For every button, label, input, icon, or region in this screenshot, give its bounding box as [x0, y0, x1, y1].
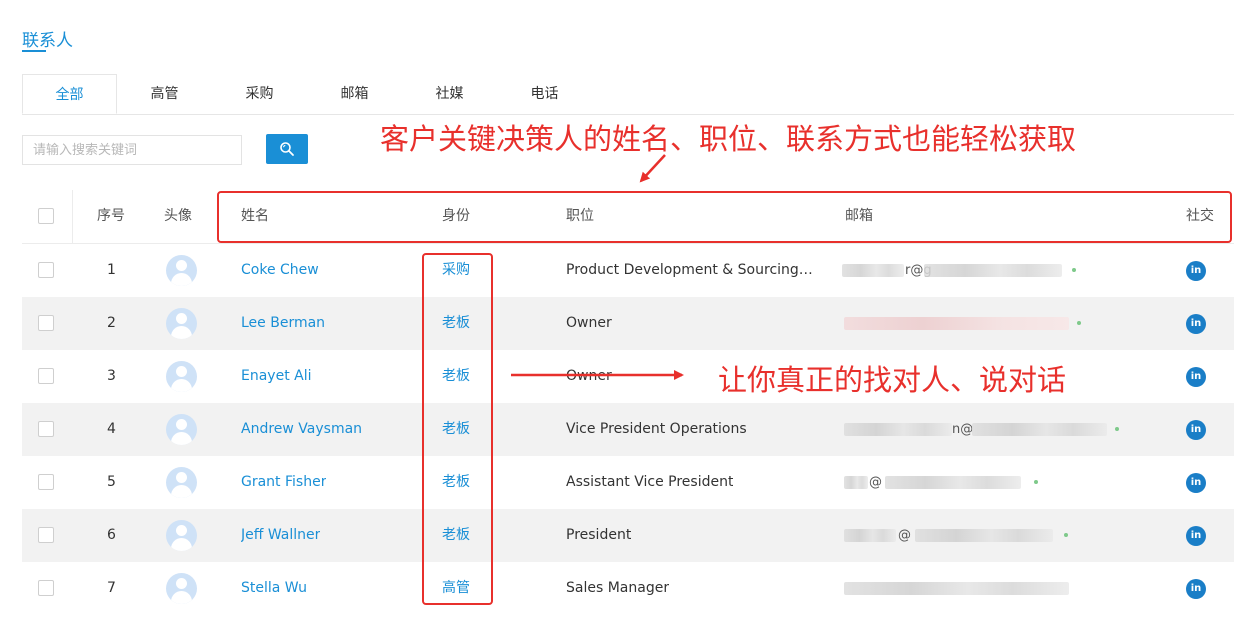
title-underline [22, 50, 46, 52]
table-row[interactable]: 6 Jeff Wallner 老板 President @ in [22, 509, 1234, 562]
position-text: Assistant Vice President [566, 474, 734, 490]
page-title: 联系人 [22, 31, 73, 51]
tab-bar: 全部 高管 采购 邮箱 社媒 电话 [22, 74, 1234, 115]
email-blurred [972, 423, 1107, 436]
email-blurred [844, 529, 896, 542]
header-position: 职位 [566, 208, 594, 224]
table-row[interactable]: 3 Enayet Ali 老板 Owner in [22, 350, 1234, 403]
status-dot [1034, 480, 1038, 484]
table-row[interactable]: 7 Stella Wu 高管 Sales Manager in [22, 562, 1234, 615]
avatar [166, 361, 197, 392]
row-checkbox[interactable] [38, 368, 54, 384]
role-tag[interactable]: 老板 [442, 297, 470, 350]
tab-all[interactable]: 全部 [22, 74, 117, 114]
contact-name-link[interactable]: Grant Fisher [241, 456, 326, 509]
search-icon [280, 142, 294, 156]
status-dot [1077, 321, 1081, 325]
contact-name-link[interactable]: Stella Wu [241, 562, 307, 615]
row-checkbox[interactable] [38, 262, 54, 278]
email-blurred [844, 476, 868, 489]
email-blurred [844, 582, 1069, 595]
contacts-table: 序号 头像 姓名 身份 职位 邮箱 社交 1 Coke Chew 采购 Prod… [22, 190, 1234, 615]
header-avatar: 头像 [164, 208, 192, 224]
avatar [166, 255, 197, 286]
header-email: 邮箱 [845, 208, 873, 224]
row-index: 5 [107, 474, 116, 490]
avatar [166, 308, 197, 339]
row-checkbox[interactable] [38, 421, 54, 437]
email-blurred [924, 264, 1062, 277]
annotation-arrow-down [639, 154, 666, 183]
email-blurred [915, 529, 1053, 542]
contact-name-link[interactable]: Enayet Ali [241, 350, 312, 403]
row-checkbox[interactable] [38, 315, 54, 331]
email-text: @ [869, 475, 882, 490]
select-all-checkbox[interactable] [38, 208, 54, 224]
search-input[interactable] [22, 135, 242, 165]
table-row[interactable]: 1 Coke Chew 采购 Product Development & Sou… [22, 244, 1234, 297]
row-index: 7 [107, 580, 116, 596]
linkedin-icon[interactable]: in [1186, 367, 1206, 387]
linkedin-icon[interactable]: in [1186, 473, 1206, 493]
table-row[interactable]: 4 Andrew Vaysman 老板 Vice President Opera… [22, 403, 1234, 456]
email-text: @ [898, 528, 911, 543]
column-divider [72, 190, 73, 243]
row-checkbox[interactable] [38, 580, 54, 596]
row-index: 1 [107, 262, 116, 278]
status-dot [1072, 268, 1076, 272]
role-tag[interactable]: 老板 [442, 350, 470, 403]
tab-phone[interactable]: 电话 [497, 74, 592, 114]
header-index: 序号 [97, 208, 125, 224]
position-text: Sales Manager [566, 580, 670, 596]
email-text: n@ [952, 422, 974, 437]
row-checkbox[interactable] [38, 527, 54, 543]
position-text: President [566, 527, 632, 543]
avatar [166, 414, 197, 445]
email-blurred [885, 476, 1021, 489]
avatar [166, 520, 197, 551]
linkedin-icon[interactable]: in [1186, 579, 1206, 599]
position-text: Owner [566, 368, 612, 384]
email-blurred [842, 264, 904, 277]
row-index: 2 [107, 315, 116, 331]
role-tag[interactable]: 老板 [442, 456, 470, 509]
role-tag[interactable]: 高管 [442, 562, 470, 615]
row-checkbox[interactable] [38, 474, 54, 490]
row-index: 4 [107, 421, 116, 437]
email-blurred [844, 423, 952, 436]
table-header: 序号 头像 姓名 身份 职位 邮箱 社交 [22, 190, 1234, 244]
position-text: Owner [566, 315, 612, 331]
tab-email[interactable]: 邮箱 [307, 74, 402, 114]
role-tag[interactable]: 采购 [442, 244, 470, 297]
annotation-top-text: 客户关键决策人的姓名、职位、联系方式也能轻松获取 [380, 122, 1077, 156]
table-row[interactable]: 2 Lee Berman 老板 Owner in [22, 297, 1234, 350]
tab-executives[interactable]: 高管 [117, 74, 212, 114]
header-social: 社交 [1186, 208, 1214, 224]
email-blurred [844, 317, 1069, 330]
position-text: Vice President Operations [566, 421, 747, 437]
contact-name-link[interactable]: Andrew Vaysman [241, 403, 362, 456]
linkedin-icon[interactable]: in [1186, 261, 1206, 281]
status-dot [1115, 427, 1119, 431]
avatar [166, 573, 197, 604]
row-index: 6 [107, 527, 116, 543]
avatar [166, 467, 197, 498]
linkedin-icon[interactable]: in [1186, 314, 1206, 334]
contact-name-link[interactable]: Jeff Wallner [241, 509, 320, 562]
row-index: 3 [107, 368, 116, 384]
role-tag[interactable]: 老板 [442, 403, 470, 456]
header-role: 身份 [442, 208, 470, 224]
linkedin-icon[interactable]: in [1186, 420, 1206, 440]
header-name: 姓名 [241, 208, 269, 224]
position-text: Product Development & Sourcing Dir... [566, 262, 816, 278]
status-dot [1064, 533, 1068, 537]
contact-name-link[interactable]: Coke Chew [241, 244, 319, 297]
table-row[interactable]: 5 Grant Fisher 老板 Assistant Vice Preside… [22, 456, 1234, 509]
linkedin-icon[interactable]: in [1186, 526, 1206, 546]
role-tag[interactable]: 老板 [442, 509, 470, 562]
contact-name-link[interactable]: Lee Berman [241, 297, 325, 350]
tab-social[interactable]: 社媒 [402, 74, 497, 114]
search-button[interactable] [266, 134, 308, 164]
tab-procurement[interactable]: 采购 [212, 74, 307, 114]
